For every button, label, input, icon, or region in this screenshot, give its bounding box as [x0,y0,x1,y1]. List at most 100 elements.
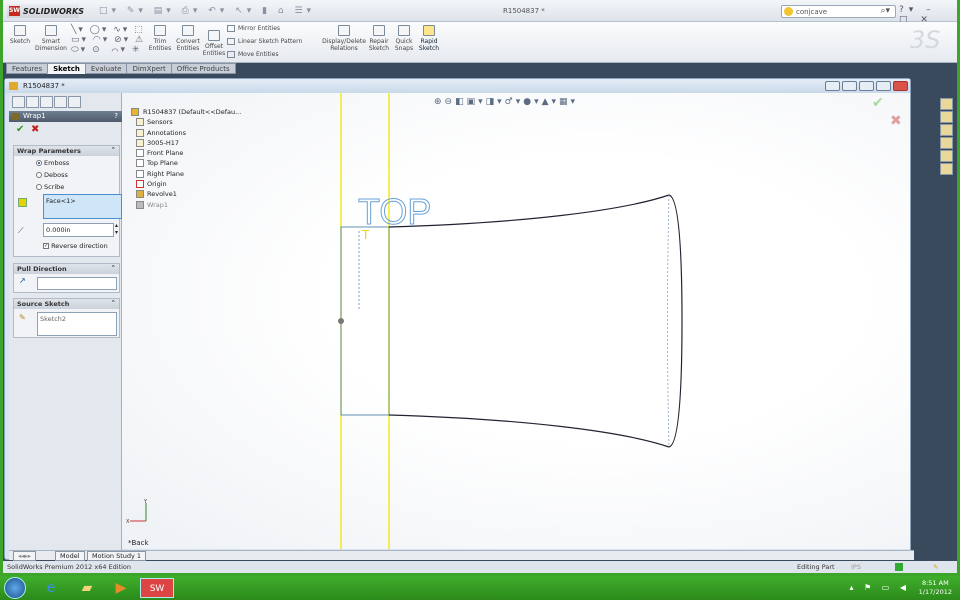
offset-icon [208,30,220,41]
sketch-icon: ✎ [19,313,26,322]
tile-button[interactable] [825,81,840,91]
tree-item-revolve1[interactable]: Revolve1 [125,189,241,199]
tab-motion-study[interactable]: Motion Study 1 [87,551,147,561]
deboss-radio[interactable]: Deboss [36,171,68,179]
clock[interactable]: 8:51 AM 1/17/2012 [919,579,952,597]
tab-office-products[interactable]: Office Products [170,63,236,74]
face-selection-box[interactable]: Face<1> [43,194,122,219]
scribe-radio[interactable]: Scribe [36,183,64,191]
end-face-inner-edge [667,194,670,448]
media-player-icon[interactable]: ▶ [108,578,134,598]
depth-input[interactable]: 0.000in [43,223,114,237]
source-sketch-box[interactable]: Sketch2 [37,312,117,336]
graphics-area[interactable]: TOP T R1504837 (Default<<Defau... Sensor… [122,93,910,549]
tile-button-2[interactable] [842,81,857,91]
tab-evaluate[interactable]: Evaluate [84,63,128,74]
tree-item-sensors[interactable]: Sensors [125,117,241,127]
file-explorer-taskbar-icon[interactable]: ▰ [74,578,100,598]
sketch-icon [14,25,26,36]
pull-direction-header[interactable]: Pull Direction ⌃ [14,264,119,274]
design-library-icon[interactable] [940,111,953,123]
system-tray-icons[interactable]: ▴ ⚑ ▭ ◀ [849,583,910,592]
smart-dimension-button[interactable]: Smart Dimension [35,25,67,52]
tooltip-icon[interactable]: ✎ [933,563,938,571]
appearances-icon[interactable] [940,150,953,162]
sketch-entities-tools[interactable]: ╲▾ ◯▾ ∿▾ ⬚ ▭▾ ◠▾ ⊘▾ ⚠ ⬭▾ ⊙ ⌒▾ ✳ [71,25,145,55]
quick-snaps-button[interactable]: Quick Snaps [393,25,415,52]
depth-spinner[interactable]: ▴ ▾ [115,222,118,236]
tree-item-front-plane[interactable]: Front Plane [125,148,241,158]
convert-icon [182,25,194,36]
tree-item-material[interactable]: 3005-H17 [125,138,241,148]
solidworks-logo-icon: SW [9,6,20,16]
origin-point [338,318,344,324]
confirm-corner-ok-icon[interactable]: ✔ [872,95,884,111]
solidworks-taskbar-icon[interactable]: SW [140,578,174,598]
solidworks-menu-button[interactable]: SW SOLIDWORKS [7,4,84,18]
help-button[interactable]: ? [114,112,118,120]
property-manager-tab[interactable] [26,96,39,108]
wrap-parameters-group: Wrap Parameters ⌃ Emboss Deboss Scribe Fa… [13,145,122,257]
revolve-icon [136,190,144,199]
solidworks-resources-icon[interactable] [940,98,953,110]
custom-properties-icon[interactable] [940,163,953,175]
move-entities-button[interactable]: Move Entities [227,51,278,58]
source-sketch-header[interactable]: Source Sketch ⌃ [14,299,119,309]
internet-explorer-icon[interactable]: e [38,578,64,598]
tab-dimxpert[interactable]: DimXpert [126,63,172,74]
status-mode: Editing Part [797,563,835,571]
emboss-radio[interactable]: Emboss [36,159,69,167]
minimize-button[interactable] [859,81,874,91]
collapse-icon: ⌃ [110,299,116,307]
convert-entities-button[interactable]: Convert Entities [173,25,203,52]
wrap-parameters-header[interactable]: Wrap Parameters ⌃ [14,146,119,156]
search-input[interactable]: conjcave ⌕▾ [781,5,896,18]
search-icon[interactable]: ⌕▾ [880,6,890,16]
heads-up-view-toolbar[interactable]: ⊕⊖◧▣▾◨▾♂▾●▾▲▾▦▾ [434,97,578,107]
quick-access-toolbar[interactable]: □▾ ✎▾ ▤▾ ⎙▾ ↶▾ ↖▾ ▮ ⌂ ☰▾ [99,6,315,16]
tab-model[interactable]: Model [55,551,85,561]
reverse-direction-checkbox[interactable]: ✓ Reverse direction [43,242,108,250]
collapse-icon: ⌃ [110,146,116,154]
rapid-sketch-button[interactable]: Rapid Sketch [417,25,441,52]
document-window-controls [823,81,908,93]
tree-item-top-plane[interactable]: Top Plane [125,158,241,168]
cancel-button[interactable]: ✖ [31,124,39,135]
close-button[interactable] [893,81,908,91]
trim-entities-button[interactable]: Trim Entities [147,25,173,52]
tree-item-right-plane[interactable]: Right Plane [125,169,241,179]
tab-features[interactable]: Features [6,63,49,74]
dimxpert-manager-tab[interactable] [54,96,67,108]
tree-item-annotations[interactable]: Annotations [125,128,241,138]
configuration-manager-tab[interactable] [40,96,53,108]
feature-manager-tab[interactable] [12,96,25,108]
repair-sketch-button[interactable]: Repair Sketch [367,25,391,52]
mirror-icon [227,25,235,32]
tree-root[interactable]: R1504837 (Default<<Defau... [125,107,241,117]
view-palette-icon[interactable] [940,137,953,149]
ok-button[interactable]: ✔ [16,124,24,135]
tree-item-wrap1[interactable]: Wrap1 [125,200,241,210]
svg-text:X: X [126,519,130,525]
offset-entities-button[interactable]: Offset Entities [202,30,226,57]
ds-logo-icon: 3S [910,26,941,54]
file-explorer-icon[interactable] [940,124,953,136]
units-selector[interactable]: IPS [851,563,861,571]
tab-sketch[interactable]: Sketch [47,63,86,74]
start-button[interactable] [4,577,26,599]
maximize-button[interactable] [876,81,891,91]
linear-sketch-pattern-button[interactable]: Linear Sketch Pattern [227,38,302,45]
pull-direction-input[interactable] [37,277,117,290]
part-icon [9,82,18,90]
property-manager-header: Wrap1? [9,111,122,122]
tree-item-origin[interactable]: Origin [125,179,241,189]
window-title: R1504837 * [503,7,545,15]
rebuild-icon[interactable] [895,563,903,571]
tab-scroll-buttons[interactable]: ◂◂▸▸ [13,551,37,561]
confirm-corner-cancel-icon[interactable]: ✖ [890,113,902,129]
sketch-button[interactable]: Sketch [7,25,33,45]
mirror-entities-button[interactable]: Mirror Entities [227,25,280,32]
direction-arrow-icon: ↗ [19,276,26,285]
display-manager-tab[interactable] [68,96,81,108]
display-delete-relations-button[interactable]: Display/Delete Relations [321,25,367,52]
